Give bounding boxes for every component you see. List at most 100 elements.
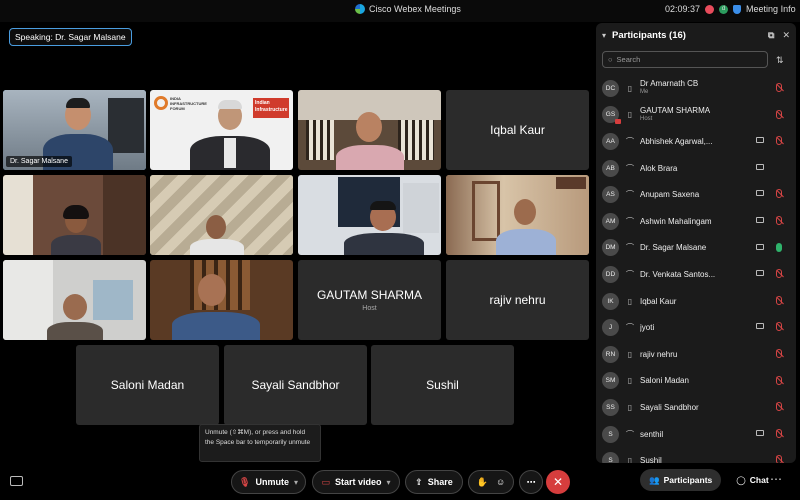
video-tile[interactable]: [446, 175, 589, 255]
headset-icon: ⌒: [626, 136, 634, 146]
video-tile[interactable]: Dr. Sagar Malsane: [3, 90, 146, 170]
participant-row[interactable]: DM ⌒ Dr. Sagar Malsane: [596, 235, 796, 262]
video-tile[interactable]: INDIA INFRASTRUCTURE FORUM Indian Infras…: [150, 90, 293, 170]
participant-row[interactable]: DD ⌒ Dr. Venkata Santos...: [596, 261, 796, 288]
title-status-area: 02:09:37 d Meeting Info: [665, 4, 796, 14]
video-tile[interactable]: [298, 175, 441, 255]
mic-muted-icon[interactable]: [776, 322, 782, 332]
pop-out-icon[interactable]: ⧉: [768, 30, 774, 41]
mic-icon[interactable]: [776, 242, 782, 252]
participant-name-block: Anupam Saxena: [640, 190, 740, 199]
avatar: DC: [602, 79, 619, 97]
participant-row[interactable]: AS ⌒ Anupam Saxena: [596, 181, 796, 208]
mic-muted-icon[interactable]: [776, 348, 782, 358]
participant-name-block: Sayali Sandbhor: [640, 403, 740, 412]
video-tile[interactable]: [150, 260, 293, 340]
participant-row[interactable]: S ⌒ senthil: [596, 421, 796, 448]
mic-muted-icon[interactable]: [776, 109, 782, 119]
video-off-icon: ▭: [321, 476, 330, 487]
avatar: S: [602, 452, 619, 463]
headset-icon: ⌒: [626, 429, 634, 439]
avatar: DD: [602, 265, 619, 283]
video-tile[interactable]: Saloni Madan: [76, 345, 219, 425]
chevron-down-icon[interactable]: ▾: [602, 31, 606, 40]
participant-name: Ashwin Mahalingam: [640, 216, 712, 226]
leave-meeting-button[interactable]: ✕: [546, 470, 570, 494]
participant-name-block: Abhishek Agarwal,...: [640, 137, 740, 146]
video-tile[interactable]: [150, 175, 293, 255]
mic-muted-icon[interactable]: [776, 295, 782, 305]
reactions-button[interactable]: ✋ ☺: [468, 470, 514, 494]
video-tile[interactable]: GAUTAM SHARMA Host: [298, 260, 441, 340]
video-tile[interactable]: [3, 260, 146, 340]
participant-row[interactable]: SM ▯ Saloni Madan: [596, 368, 796, 395]
sort-icon[interactable]: ⇅: [776, 55, 784, 66]
video-tile[interactable]: [298, 90, 441, 170]
avatar: IK: [602, 292, 619, 310]
video-tile[interactable]: Iqbal Kaur: [446, 90, 589, 170]
phone-icon: ▯: [627, 110, 633, 120]
mic-muted-icon[interactable]: [776, 455, 782, 463]
video-tile[interactable]: Sayali Sandbhor: [224, 345, 367, 425]
mic-muted-icon[interactable]: [776, 215, 782, 225]
banner-text-2: Infrastructure: [255, 107, 288, 113]
chevron-down-icon[interactable]: ▾: [294, 478, 298, 487]
mic-muted-icon[interactable]: [776, 428, 782, 438]
mic-muted-icon[interactable]: [776, 83, 782, 92]
participant-name: Sushil: [426, 378, 459, 392]
share-button[interactable]: ⇪ Share: [405, 470, 463, 494]
headset-icon: ⌒: [626, 190, 634, 200]
close-icon: ✕: [552, 475, 564, 489]
video-camera-icon: [756, 216, 764, 223]
meeting-info-button[interactable]: Meeting Info: [746, 4, 796, 14]
participant-name: GAUTAM SHARMA: [640, 105, 711, 115]
participant-name: Saloni Madan: [110, 378, 185, 392]
tab-participants[interactable]: 👥 Participants: [640, 469, 722, 491]
participant-name: Sushil: [640, 456, 662, 463]
mic-muted-icon[interactable]: [776, 269, 782, 279]
start-video-button[interactable]: ▭ Start video ▾: [312, 470, 400, 494]
participant-row[interactable]: AA ⌒ Abhishek Agarwal,...: [596, 128, 796, 155]
logo-text-3: FORUM: [170, 106, 185, 111]
close-icon[interactable]: ✕: [782, 30, 790, 41]
participant-row[interactable]: SS ▯ Sayali Sandbhor: [596, 394, 796, 421]
participant-row[interactable]: AM ⌒ Ashwin Mahalingam: [596, 208, 796, 235]
video-tile[interactable]: Sushil: [371, 345, 514, 425]
title-bar: Cisco Webex Meetings 02:09:37 d Meeting …: [0, 0, 800, 22]
shield-icon[interactable]: [733, 4, 742, 14]
phone-icon: ▯: [627, 376, 633, 386]
mic-muted-icon[interactable]: [776, 189, 782, 199]
forum-logo: INDIA INFRASTRUCTURE FORUM: [154, 94, 207, 124]
video-tile[interactable]: [3, 175, 146, 255]
webex-logo-icon: [355, 4, 365, 14]
participant-row[interactable]: S ▯ Sushil: [596, 447, 796, 463]
panel-title: Participants (16): [612, 29, 686, 41]
participant-row[interactable]: J ⌒ jyoti: [596, 314, 796, 341]
emoji-icon[interactable]: ☺: [496, 477, 505, 487]
participant-row[interactable]: DC ▯ Dr Amarnath CB Me: [596, 75, 796, 102]
more-options-button[interactable]: ⋯: [519, 470, 543, 494]
participant-name-block: GAUTAM SHARMA Host: [640, 106, 740, 124]
search-placeholder: Search: [616, 55, 641, 64]
mic-muted-icon[interactable]: [776, 136, 782, 146]
captions-icon[interactable]: [10, 476, 23, 486]
mic-muted-icon[interactable]: [776, 375, 782, 385]
participant-name-block: Alok Brara: [640, 164, 740, 173]
participant-name-block: Ashwin Mahalingam: [640, 217, 740, 226]
avatar: SM: [602, 372, 619, 390]
share-icon: ⇪: [415, 476, 423, 487]
video-camera-icon: [756, 190, 764, 197]
chevron-down-icon[interactable]: ▾: [387, 478, 391, 487]
phone-icon: ▯: [627, 456, 633, 463]
mic-muted-icon[interactable]: [776, 402, 782, 412]
unmute-button[interactable]: 🎙 Unmute ▾: [231, 470, 306, 494]
hand-icon[interactable]: ✋: [477, 477, 488, 488]
participant-row[interactable]: AB ⌒ Alok Brara: [596, 155, 796, 182]
search-input[interactable]: ○ Search: [602, 51, 768, 68]
participant-row[interactable]: GS ▯ GAUTAM SHARMA Host: [596, 102, 796, 129]
video-tile[interactable]: rajiv nehru: [446, 260, 589, 340]
more-icon[interactable]: ⋯: [770, 472, 782, 486]
participant-row[interactable]: IK ▯ Iqbal Kaur: [596, 288, 796, 315]
avatar-initials: GS: [605, 111, 616, 119]
participant-row[interactable]: RN ▯ rajiv nehru: [596, 341, 796, 368]
